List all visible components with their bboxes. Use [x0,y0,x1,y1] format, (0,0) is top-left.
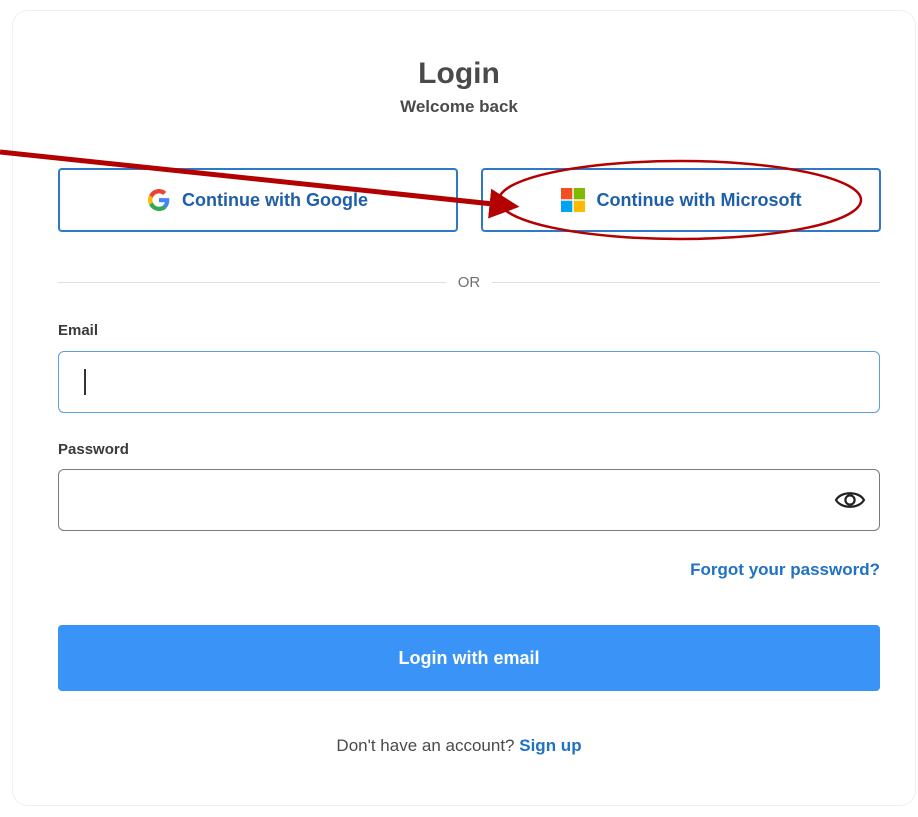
or-divider: OR [58,270,880,294]
email-label: Email [58,322,99,339]
login-with-email-button[interactable]: Login with email [58,625,880,691]
text-cursor [84,369,86,395]
email-field[interactable] [58,351,880,413]
divider-line-right [492,281,880,283]
eye-icon[interactable] [834,488,866,512]
divider-label: OR [457,273,481,291]
password-label: Password [58,441,129,458]
microsoft-button-label: Continue with Microsoft [596,189,802,210]
signup-prompt: Don't have an account? Sign up [0,736,918,756]
page-subtitle: Welcome back [400,97,518,116]
sign-up-link[interactable]: Sign up [519,736,581,755]
google-button-label: Continue with Google [182,189,368,210]
signup-prompt-text: Don't have an account? [336,736,520,755]
forgot-password-link[interactable]: Forgot your password? [690,560,880,580]
page-title: Login [418,57,500,90]
login-page: Login Welcome back Continue with Google … [0,0,918,817]
divider-line-left [58,281,446,283]
password-field[interactable] [58,469,880,531]
continue-with-google-button[interactable]: Continue with Google [58,168,458,232]
continue-with-microsoft-button[interactable]: Continue with Microsoft [481,168,881,232]
microsoft-icon [560,188,585,212]
google-icon [148,189,170,211]
